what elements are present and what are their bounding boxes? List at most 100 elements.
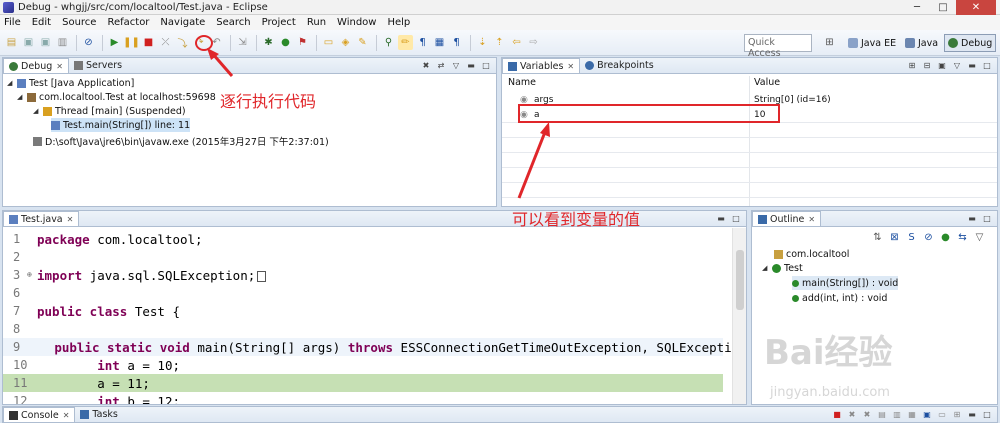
prev-annotation-icon[interactable]: ⇡ <box>492 35 507 50</box>
code-line[interactable]: 7 public class Test { <box>3 302 723 320</box>
view-menu-icon[interactable]: ▽ <box>972 230 987 245</box>
maximize-view-icon[interactable]: □ <box>730 213 742 224</box>
tab-test-java[interactable]: Test.java ✕ <box>3 211 80 226</box>
skip-breakpoints-icon[interactable]: ⊘ <box>81 35 96 50</box>
close-icon[interactable]: ✕ <box>67 215 74 224</box>
collapse-all-icon[interactable]: ⊟ <box>921 60 933 71</box>
tree-item-stack-frame[interactable]: Test.main(String[]) line: 11 <box>51 118 191 132</box>
folded-imports-icon[interactable] <box>257 270 267 282</box>
expand-icon[interactable]: ◢ <box>762 264 770 272</box>
tree-item-target[interactable]: ◢ com.localtool.Test at localhost:59698 <box>17 90 216 104</box>
quick-access-input[interactable]: Quick Access <box>744 34 812 59</box>
show-whitespace-icon[interactable]: ¶ <box>415 35 430 50</box>
menu-refactor[interactable]: Refactor <box>107 17 149 28</box>
outline-item-main[interactable]: main(String[]) : void <box>792 276 899 290</box>
menu-source[interactable]: Source <box>62 17 96 28</box>
menu-help[interactable]: Help <box>387 17 410 28</box>
external-tools-icon[interactable]: ⚑ <box>295 35 310 50</box>
remove-launches-icon[interactable]: ✖ <box>420 60 432 71</box>
close-icon[interactable]: ✕ <box>567 62 574 71</box>
tab-debug[interactable]: Debug ✕ <box>3 58 69 73</box>
editor-scrollbar[interactable] <box>732 228 746 404</box>
terminate-icon[interactable]: ■ <box>141 35 156 50</box>
word-wrap-icon[interactable]: ▦ <box>906 409 918 420</box>
run-icon[interactable]: ● <box>278 35 293 50</box>
open-folder-icon[interactable]: ▭ <box>321 35 336 50</box>
perspective-debug[interactable]: Debug <box>944 34 997 52</box>
maximize-view-icon[interactable]: □ <box>981 60 993 71</box>
minimize-view-icon[interactable]: ▬ <box>715 213 727 224</box>
suspend-icon[interactable]: ❚❚ <box>123 35 140 50</box>
minimize-button[interactable]: ─ <box>904 0 930 15</box>
perspective-java[interactable]: Java <box>902 34 941 52</box>
link-editor-icon[interactable]: ⇆ <box>955 230 970 245</box>
save-all-icon[interactable]: ▣ <box>38 35 53 50</box>
hide-static-icon[interactable]: S <box>904 230 919 245</box>
code-line[interactable]: 12 int b = 12; <box>3 392 723 405</box>
toggle-mark-icon[interactable]: ⚲ <box>381 35 396 50</box>
save-icon[interactable]: ▣ <box>21 35 36 50</box>
debug-run-icon[interactable]: ✱ <box>261 35 276 50</box>
terminate-icon[interactable]: ■ <box>831 409 843 420</box>
sort-icon[interactable]: ⇅ <box>870 230 885 245</box>
resume-icon[interactable]: ▶ <box>107 35 122 50</box>
fold-expand-icon[interactable]: ⊕ <box>27 270 32 279</box>
tab-console[interactable]: Console ✕ <box>3 407 76 422</box>
open-type-icon[interactable]: ◈ <box>338 35 353 50</box>
hide-nonpublic-icon[interactable]: ⊘ <box>921 230 936 245</box>
menu-search[interactable]: Search <box>216 17 250 28</box>
scrollbar-thumb[interactable] <box>736 250 744 310</box>
expand-icon[interactable]: ◢ <box>17 93 25 101</box>
tree-item-application[interactable]: ◢ Test [Java Application] <box>7 76 134 90</box>
code-line[interactable]: 8 <box>3 320 723 338</box>
highlight-icon[interactable]: ✏ <box>398 35 413 50</box>
code-line[interactable]: 1 package com.localtool; <box>3 230 723 248</box>
maximize-view-icon[interactable]: □ <box>981 409 993 420</box>
open-perspective-icon[interactable]: ⊞ <box>822 35 837 50</box>
perspective-java-ee[interactable]: Java EE <box>845 34 899 52</box>
next-annotation-icon[interactable]: ⇣ <box>475 35 490 50</box>
minimize-view-icon[interactable]: ▬ <box>465 60 477 71</box>
tree-item-process[interactable]: D:\soft\Java\jre6\bin\javaw.exe (2015年3月… <box>33 134 329 148</box>
pin-console-icon[interactable]: ▣ <box>921 409 933 420</box>
display-console-icon[interactable]: ▭ <box>936 409 948 420</box>
show-type-names-icon[interactable]: ⊞ <box>906 60 918 71</box>
menu-run[interactable]: Run <box>307 17 326 28</box>
expand-icon[interactable]: ◢ <box>7 79 15 87</box>
tab-breakpoints[interactable]: Breakpoints <box>580 58 659 73</box>
outline-item-package[interactable]: com.localtool <box>774 247 849 261</box>
minimize-view-icon[interactable]: ▬ <box>966 409 978 420</box>
menu-edit[interactable]: Edit <box>32 17 51 28</box>
column-name[interactable]: Name <box>508 77 536 88</box>
print-icon[interactable]: ▥ <box>55 35 70 50</box>
close-icon[interactable]: ✕ <box>808 215 815 224</box>
code-line[interactable]: 3 ⊕ import java.sql.SQLException; <box>3 266 723 284</box>
code-line[interactable]: 6 <box>3 284 723 302</box>
disconnect-icon[interactable]: ⤫ <box>158 35 173 50</box>
maximize-button[interactable]: □ <box>930 0 956 15</box>
collapse-icon[interactable]: ⇄ <box>435 60 447 71</box>
forward-icon[interactable]: ⇨ <box>526 35 541 50</box>
maximize-view-icon[interactable]: □ <box>480 60 492 71</box>
minimize-view-icon[interactable]: ▬ <box>966 213 978 224</box>
code-line[interactable]: 2 <box>3 248 723 266</box>
close-icon[interactable]: ✕ <box>56 62 63 71</box>
maximize-view-icon[interactable]: □ <box>981 213 993 224</box>
step-into-icon[interactable]: ⤵ <box>175 35 190 50</box>
menu-project[interactable]: Project <box>262 17 296 28</box>
tab-outline[interactable]: Outline ✕ <box>752 211 822 226</box>
current-execution-line[interactable]: 11 a = 11; <box>3 374 723 392</box>
code-line[interactable]: 9 public static void main(String[] args)… <box>3 338 732 356</box>
tree-item-thread[interactable]: ◢ Thread [main] (Suspended) <box>33 104 186 118</box>
menu-window[interactable]: Window <box>337 17 376 28</box>
expand-icon[interactable]: ▣ <box>936 60 948 71</box>
pen-icon[interactable]: ✎ <box>355 35 370 50</box>
open-console-icon[interactable]: ⊞ <box>951 409 963 420</box>
clear-console-icon[interactable]: ▤ <box>876 409 888 420</box>
scroll-lock-icon[interactable]: ▥ <box>891 409 903 420</box>
outline-item-class[interactable]: ◢ Test <box>762 261 803 275</box>
use-step-filters-icon[interactable]: ⇲ <box>235 35 250 50</box>
remove-launch-icon[interactable]: ✖ <box>846 409 858 420</box>
tab-servers[interactable]: Servers <box>69 58 127 73</box>
expand-icon[interactable]: ◢ <box>33 107 41 115</box>
